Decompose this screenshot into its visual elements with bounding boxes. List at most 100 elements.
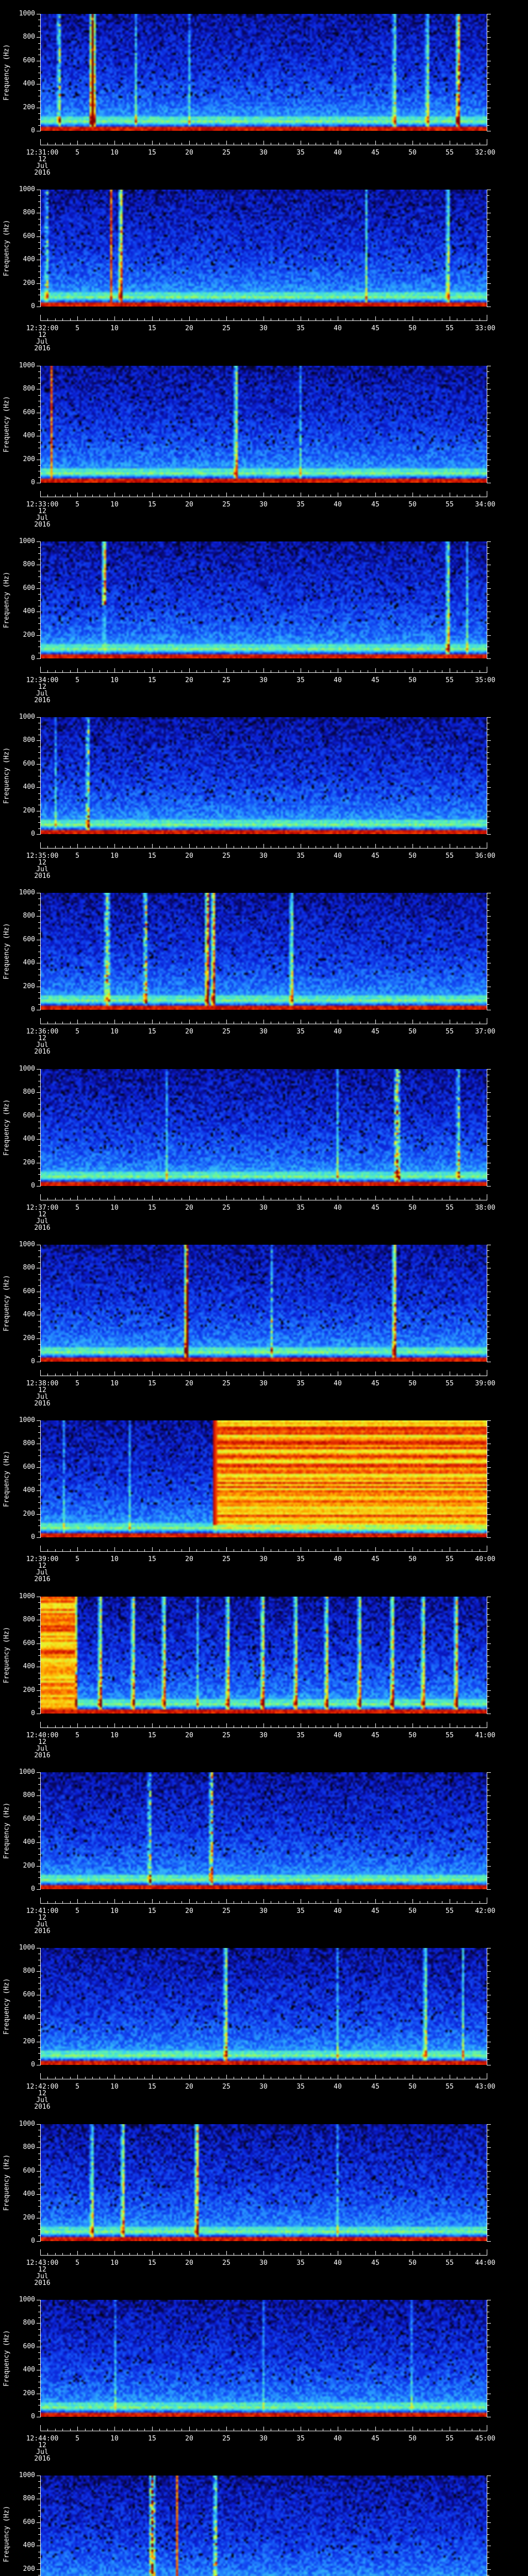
y-tick-label: 600 xyxy=(23,936,35,943)
x-major-tick xyxy=(152,1196,153,1200)
y-minor-tick xyxy=(487,125,489,126)
x-tick-label: 30 xyxy=(259,676,268,684)
x-tick-label: 5 xyxy=(75,2083,79,2091)
x-tick-label: 50 xyxy=(408,852,417,860)
y-axis-title: Frequency (Hz) xyxy=(2,1948,11,2065)
x-major-tick xyxy=(263,2251,264,2255)
x-minor-tick xyxy=(159,2077,160,2079)
y-axis-line-left xyxy=(40,2300,41,2417)
x-minor-tick xyxy=(159,1022,160,1024)
x-major-tick xyxy=(189,1547,190,1551)
y-minor-tick xyxy=(487,1285,489,1286)
x-major-tick xyxy=(152,668,153,672)
x-minor-tick xyxy=(137,1725,138,1727)
y-minor-tick xyxy=(487,2528,489,2529)
x-major-tick xyxy=(40,1194,41,1200)
x-minor-tick xyxy=(256,1022,257,1024)
x-tick-label: 20 xyxy=(185,1732,193,1739)
x-minor-tick xyxy=(107,1198,108,1200)
x-major-tick xyxy=(77,141,78,145)
y-tick-label: 0 xyxy=(31,1885,35,1893)
x-major-tick xyxy=(375,141,376,145)
y-tick-label: 0 xyxy=(31,127,35,134)
x-major-tick xyxy=(263,1723,264,1727)
x-major-tick xyxy=(114,1020,115,1024)
y-major-tick xyxy=(487,1643,491,1644)
x-minor-tick xyxy=(47,2077,48,2079)
y-minor-tick xyxy=(38,1784,40,1785)
x-minor-tick xyxy=(427,143,428,145)
x-major-tick xyxy=(412,493,413,497)
x-minor-tick xyxy=(293,1549,294,1551)
x-major-tick xyxy=(263,668,264,672)
x-minor-tick xyxy=(427,1901,428,1903)
x-minor-tick xyxy=(137,1549,138,1551)
x-major-tick xyxy=(375,1723,376,1727)
end-time-label: 45:00 xyxy=(475,2435,496,2443)
y-minor-tick xyxy=(38,1332,40,1333)
x-tick-label: 45 xyxy=(371,2259,380,2267)
y-tick-label: 1000 xyxy=(19,10,35,18)
y-tick-label: 800 xyxy=(23,2495,35,2502)
end-time-label: 41:00 xyxy=(475,1732,496,1739)
y-minor-tick xyxy=(38,623,40,624)
x-major-tick xyxy=(375,2427,376,2431)
y-tick-label: 1000 xyxy=(19,2471,35,2479)
y-major-tick xyxy=(487,2323,491,2324)
x-minor-tick xyxy=(345,2253,346,2255)
x-tick-label: 45 xyxy=(371,149,380,157)
x-minor-tick xyxy=(256,1549,257,1551)
x-minor-tick xyxy=(70,846,71,848)
x-minor-tick xyxy=(256,1374,257,1376)
x-minor-tick xyxy=(55,1022,56,1024)
x-tick-label: 45 xyxy=(371,676,380,684)
y-minor-tick xyxy=(38,1133,40,1134)
y-tick-label: 0 xyxy=(31,1006,35,1013)
x-minor-tick xyxy=(144,1725,145,1727)
x-tick-label: 35 xyxy=(296,676,305,684)
y-minor-tick xyxy=(38,945,40,946)
y-minor-tick xyxy=(38,418,40,419)
y-major-tick xyxy=(37,1537,40,1538)
y-minor-tick xyxy=(38,2563,40,2564)
x-minor-tick xyxy=(360,1374,361,1376)
y-tick-label: 600 xyxy=(23,232,35,240)
x-minor-tick xyxy=(92,143,93,145)
x-minor-tick xyxy=(427,1549,428,1551)
spectrogram-panel: Frequency (Hz) 12:37:00 38:00 12 Jul 2016 … xyxy=(0,1055,528,1233)
x-minor-tick xyxy=(204,495,205,497)
y-tick-label: 200 xyxy=(23,2038,35,2045)
y-major-tick xyxy=(487,1069,491,1070)
x-tick-label: 50 xyxy=(408,1028,417,1036)
x-minor-tick xyxy=(211,495,212,497)
date-label: 12 Jul 2016 xyxy=(34,508,50,528)
y-major-tick xyxy=(487,834,491,835)
x-minor-tick xyxy=(256,1725,257,1727)
y-major-tick xyxy=(487,717,491,718)
x-major-tick xyxy=(375,493,376,497)
y-tick-label: 400 xyxy=(23,2541,35,2549)
y-axis-line-left xyxy=(40,1772,41,1890)
x-minor-tick xyxy=(256,846,257,848)
y-major-tick xyxy=(487,236,491,237)
y-minor-tick xyxy=(38,1250,40,1251)
x-major-tick xyxy=(152,493,153,497)
y-minor-tick xyxy=(38,195,40,196)
x-major-tick xyxy=(375,844,376,848)
y-tick-label: 400 xyxy=(23,80,35,88)
x-minor-tick xyxy=(159,1374,160,1376)
x-tick-label: 15 xyxy=(148,501,156,509)
x-major-tick xyxy=(226,316,227,320)
x-minor-tick xyxy=(122,2253,123,2255)
y-tick-label: 800 xyxy=(23,2319,35,2327)
x-minor-tick xyxy=(137,1022,138,1024)
y-axis-line-left xyxy=(40,1597,41,1714)
x-minor-tick xyxy=(55,846,56,848)
x-minor-tick xyxy=(196,846,197,848)
x-major-tick xyxy=(226,1723,227,1727)
y-minor-tick xyxy=(38,2493,40,2494)
x-minor-tick xyxy=(70,318,71,320)
x-minor-tick xyxy=(159,670,160,672)
y-tick-label: 0 xyxy=(31,2413,35,2420)
x-tick-label: 25 xyxy=(222,676,230,684)
